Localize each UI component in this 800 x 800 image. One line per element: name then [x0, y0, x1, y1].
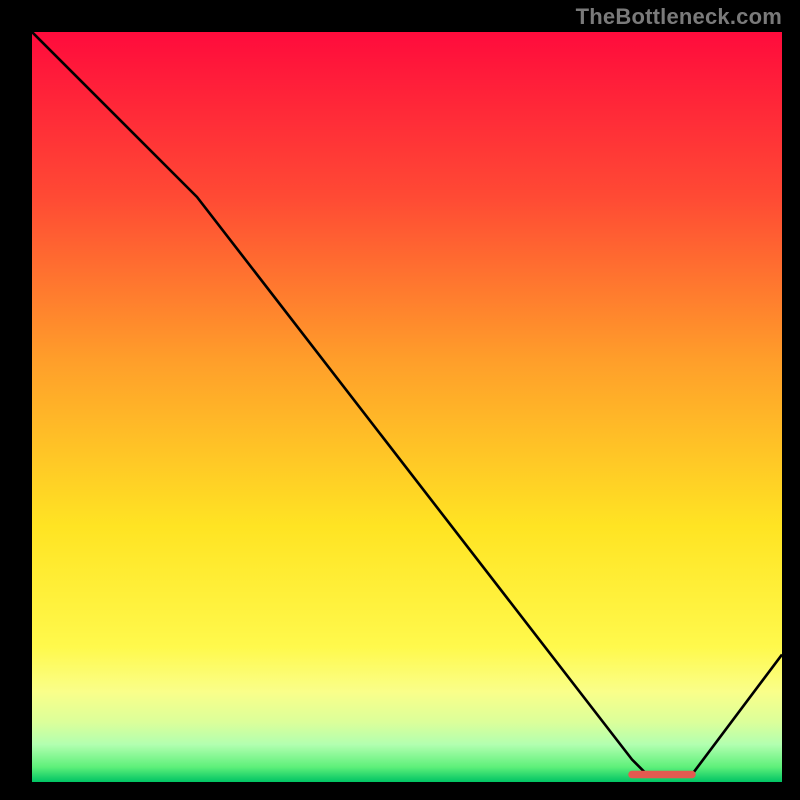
chart-container: TheBottleneck.com: [0, 0, 800, 800]
plot-area: [32, 32, 782, 782]
bottleneck-curve: [32, 32, 782, 775]
line-overlay: [32, 32, 782, 782]
attribution-label: TheBottleneck.com: [576, 4, 782, 30]
